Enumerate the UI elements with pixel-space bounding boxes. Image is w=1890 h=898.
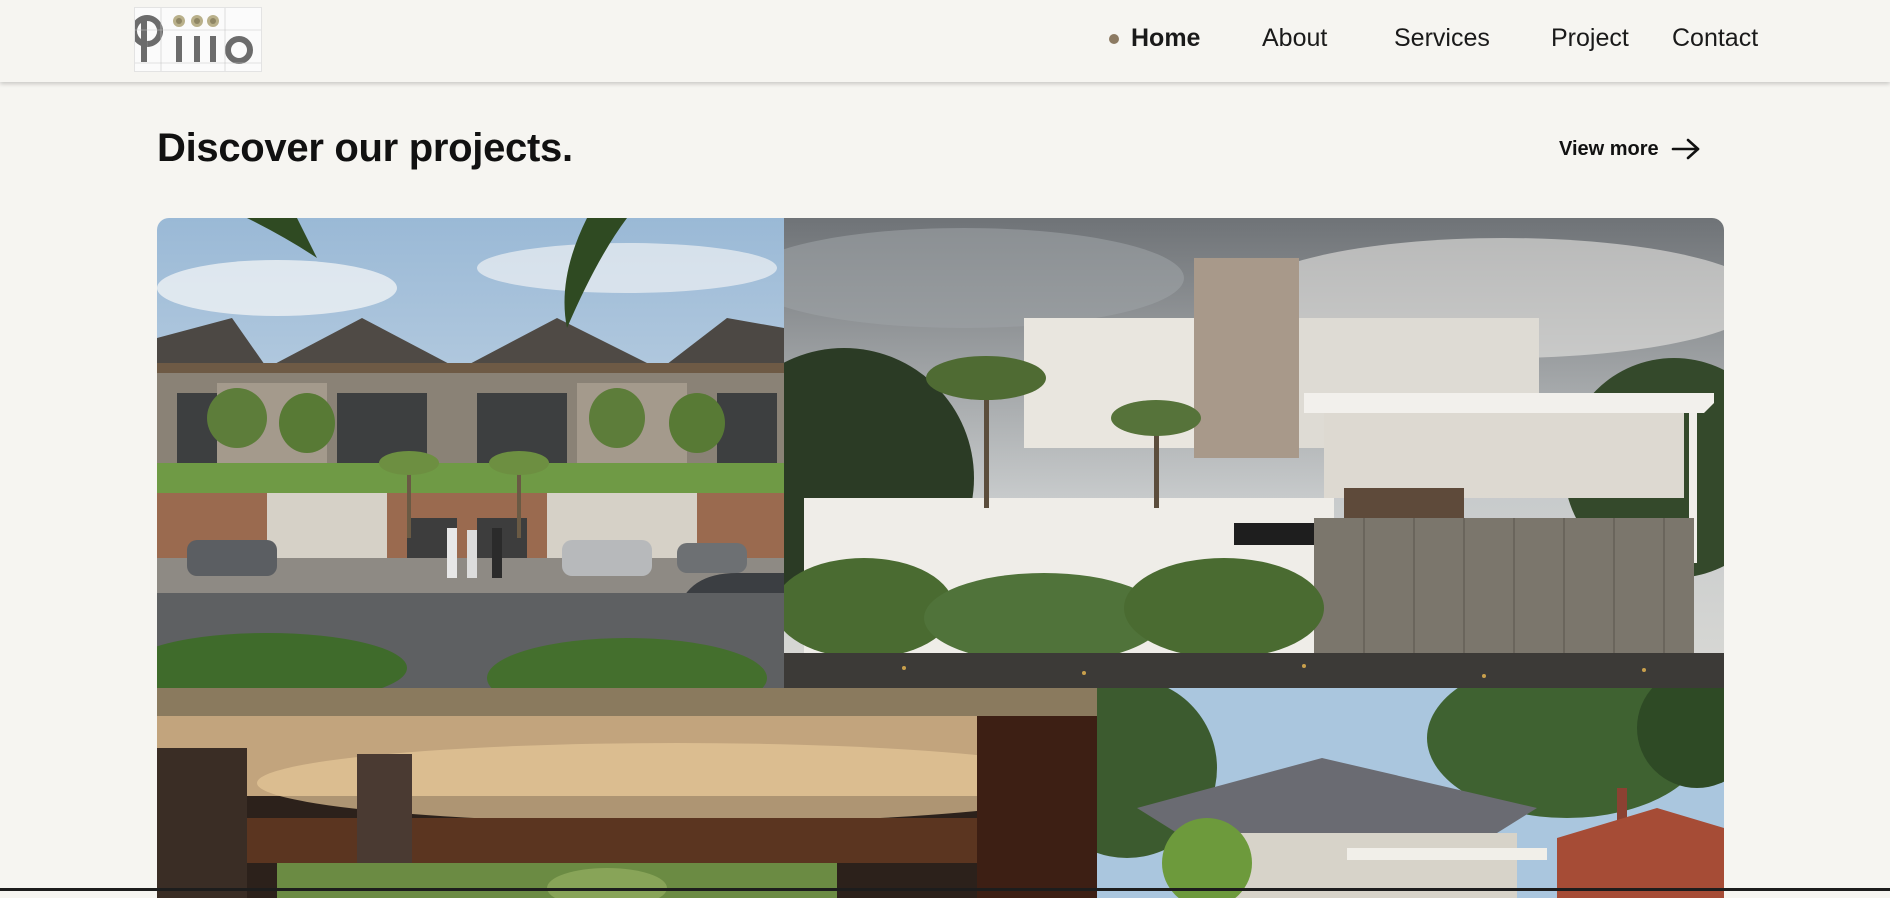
section-title: Discover our projects. (157, 126, 573, 170)
project-card-hip-roof-house[interactable] (1097, 688, 1724, 898)
nav-contact[interactable]: Contact (1672, 22, 1758, 54)
project-card-townhouses[interactable] (157, 218, 784, 688)
project-image-townhouses (157, 218, 784, 688)
brand-logo[interactable] (134, 7, 262, 72)
project-image-modern-villa (784, 218, 1724, 688)
project-image-hip-roof-house (1097, 688, 1724, 898)
view-more-label: View more (1559, 137, 1659, 160)
arrow-right-icon (1671, 138, 1699, 160)
nav-services[interactable]: Services (1394, 22, 1490, 54)
project-card-pavilion[interactable] (157, 688, 1097, 898)
project-image-pavilion (157, 688, 1097, 898)
site-header: Home About Services Project Contact (0, 0, 1890, 82)
nav-about[interactable]: About (1262, 22, 1327, 54)
active-indicator-dot (1109, 34, 1119, 44)
view-more-link[interactable]: View more (1559, 134, 1701, 164)
project-card-modern-villa[interactable] (784, 218, 1724, 688)
nav-project[interactable]: Project (1551, 22, 1629, 54)
logo-mark (135, 8, 261, 71)
nav-home[interactable]: Home (1131, 22, 1200, 54)
projects-gallery (157, 218, 1724, 898)
